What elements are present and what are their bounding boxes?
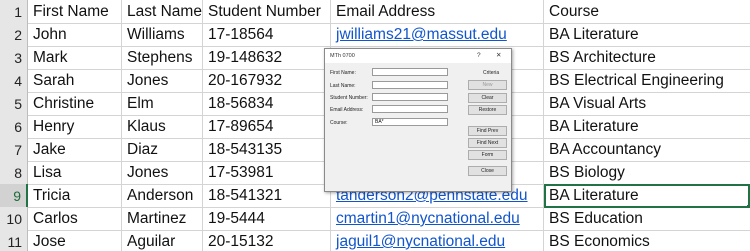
row-header[interactable]: 6 <box>0 115 28 139</box>
cell-student-number[interactable]: 18-541321 <box>203 184 331 208</box>
cell-last-name[interactable]: Jones <box>122 161 203 185</box>
cell-first-name[interactable]: Christine <box>28 92 122 116</box>
cell-course[interactable]: BS Economics <box>544 230 750 251</box>
header-student-number[interactable]: Student Number <box>203 0 331 24</box>
last-name-label: Last Name: <box>330 83 356 89</box>
row-header[interactable]: 10 <box>0 207 28 231</box>
email-link[interactable]: cmartin1@nycnational.edu <box>336 210 520 227</box>
find-next-button[interactable]: Find Next <box>468 138 507 148</box>
help-button[interactable]: ? <box>477 49 481 63</box>
cell-course[interactable]: BA Literature <box>544 115 750 139</box>
cell-first-name[interactable]: Sarah <box>28 69 122 93</box>
active-cell-course[interactable]: BA Literature <box>544 184 750 208</box>
email-link[interactable]: jwilliams21@massut.edu <box>336 26 507 43</box>
table-row: 11 Jose Aguilar 20-15132 jaguil1@nycnati… <box>0 230 750 251</box>
first-name-label: First Name: <box>330 70 356 76</box>
row-header[interactable]: 7 <box>0 138 28 162</box>
new-button[interactable]: New <box>468 80 507 90</box>
cell-student-number[interactable]: 19-5444 <box>203 207 331 231</box>
email-link[interactable]: jaguil1@nycnational.edu <box>336 233 505 250</box>
find-prev-button[interactable]: Find Prev <box>468 126 507 136</box>
active-cell-value: BA Literature <box>549 187 639 204</box>
cell-email-address[interactable]: jaguil1@nycnational.edu <box>331 230 544 251</box>
clear-button[interactable]: Clear <box>468 93 507 103</box>
header-email-address[interactable]: Email Address <box>331 0 544 24</box>
cell-course[interactable]: BS Biology <box>544 161 750 185</box>
cell-email-address[interactable]: jwilliams21@massut.edu <box>331 23 544 47</box>
row-header[interactable]: 5 <box>0 92 28 116</box>
cell-last-name[interactable]: Elm <box>122 92 203 116</box>
cell-email-address[interactable]: cmartin1@nycnational.edu <box>331 207 544 231</box>
cell-course[interactable]: BA Literature <box>544 23 750 47</box>
student-number-field[interactable] <box>372 93 448 101</box>
cell-first-name[interactable]: Tricia <box>28 184 122 208</box>
row-header[interactable]: 11 <box>0 230 28 251</box>
close-icon[interactable]: ✕ <box>496 49 501 63</box>
cell-last-name[interactable]: Klaus <box>122 115 203 139</box>
table-row: 2 John Williams 17-18564 jwilliams21@mas… <box>0 23 750 47</box>
cell-course[interactable]: BA Accountancy <box>544 138 750 162</box>
cell-course[interactable]: BS Education <box>544 207 750 231</box>
row-header[interactable]: 2 <box>0 23 28 47</box>
cell-student-number[interactable]: 19-148632 <box>203 46 331 70</box>
cell-last-name[interactable]: Diaz <box>122 138 203 162</box>
cell-first-name[interactable]: Jose <box>28 230 122 251</box>
row-header[interactable]: 4 <box>0 69 28 93</box>
header-first-name[interactable]: First Name <box>28 0 122 24</box>
table-row: 10 Carlos Martinez 19-5444 cmartin1@nycn… <box>0 207 750 231</box>
cell-last-name[interactable]: Stephens <box>122 46 203 70</box>
cell-first-name[interactable]: Henry <box>28 115 122 139</box>
cell-last-name[interactable]: Jones <box>122 69 203 93</box>
cell-first-name[interactable]: Carlos <box>28 207 122 231</box>
close-button[interactable]: Close <box>468 166 507 176</box>
cell-last-name[interactable]: Anderson <box>122 184 203 208</box>
cell-student-number[interactable]: 18-543135 <box>203 138 331 162</box>
first-name-field[interactable] <box>372 68 448 76</box>
cell-course[interactable]: BS Electrical Engineering <box>544 69 750 93</box>
cell-course[interactable]: BA Visual Arts <box>544 92 750 116</box>
row-header[interactable]: 1 <box>0 0 28 24</box>
header-row: 1 First Name Last Name Student Number Em… <box>0 0 750 24</box>
header-last-name[interactable]: Last Name <box>122 0 203 24</box>
email-address-field[interactable] <box>372 105 448 113</box>
cell-first-name[interactable]: Jake <box>28 138 122 162</box>
cell-last-name[interactable]: Williams <box>122 23 203 47</box>
form-button[interactable]: Form <box>468 150 507 160</box>
cell-student-number[interactable]: 17-18564 <box>203 23 331 47</box>
course-field[interactable]: BA* <box>372 118 448 126</box>
student-number-label: Student Number: <box>330 95 368 101</box>
criteria-label: Criteria <box>483 70 500 76</box>
data-form-dialog: MTh 0700 ? ✕ Criteria First Name: Last N… <box>324 48 512 192</box>
cell-last-name[interactable]: Aguilar <box>122 230 203 251</box>
cell-student-number[interactable]: 17-89654 <box>203 115 331 139</box>
cell-student-number[interactable]: 20-15132 <box>203 230 331 251</box>
last-name-field[interactable] <box>372 81 448 89</box>
cell-student-number[interactable]: 18-56834 <box>203 92 331 116</box>
row-header[interactable]: 8 <box>0 161 28 185</box>
email-address-label: Email Address: <box>330 107 364 113</box>
cell-student-number[interactable]: 20-167932 <box>203 69 331 93</box>
row-header[interactable]: 3 <box>0 46 28 70</box>
cell-last-name[interactable]: Martinez <box>122 207 203 231</box>
cell-first-name[interactable]: John <box>28 23 122 47</box>
course-label: Course: <box>330 120 348 126</box>
row-header-selected[interactable]: 9 <box>0 184 28 208</box>
cell-first-name[interactable]: Lisa <box>28 161 122 185</box>
cell-course[interactable]: BS Architecture <box>544 46 750 70</box>
dialog-title[interactable]: MTh 0700 <box>325 49 511 63</box>
restore-button[interactable]: Restore <box>468 105 507 115</box>
header-course[interactable]: Course <box>544 0 750 24</box>
cell-first-name[interactable]: Mark <box>28 46 122 70</box>
cell-student-number[interactable]: 17-53981 <box>203 161 331 185</box>
